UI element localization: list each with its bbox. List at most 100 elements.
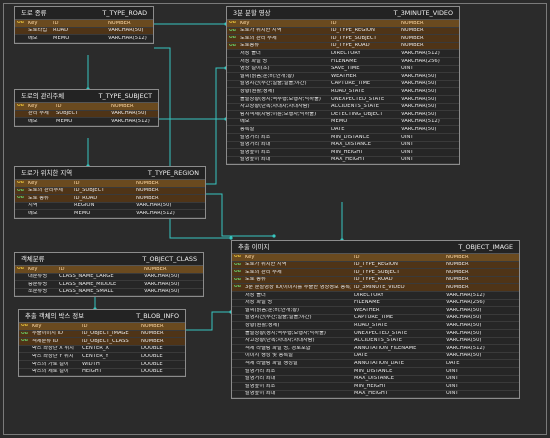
table-row[interactable]: 메모 MEMO VARCHAR(512) [227, 118, 459, 127]
field-label: 도로 종류 [28, 195, 49, 201]
table-row[interactable]: 박스 좌상단 Y 위치 CENTER_Y DOUBLE [19, 353, 185, 361]
entity-table-video[interactable]: 3분 분할 영상 T_3MINUTE_VIDEO Ou Key ID NUMBER Ou 도로… [226, 6, 460, 166]
table-row[interactable]: 탐지객체(차량;이륜;보행자;낙하물) DETECTING_OBJECT VARCH… [227, 111, 459, 119]
field-name: CLASS_NAME_MIDDLE [59, 281, 117, 287]
table-row[interactable]: Ou 도로가 위치한 지역 ID_TYPE_REGION NUMBER [227, 27, 459, 36]
field-label: 도로가 위치한 지역 [245, 262, 287, 268]
table-row[interactable]: 촬영시간(주간;일출;일몰;야간) CAPTURE_TIME VARCHAR(50) [232, 314, 519, 323]
field-type: VARCHAR(50) [446, 353, 482, 359]
table-row[interactable]: 돌발상황(정지;역주행;보행자;낙하물) UNEXPECTED_STATE VARC… [232, 329, 519, 338]
table-row[interactable]: 촬영거리 최대 MAX_DISTANCE UINT [227, 141, 459, 150]
table-row[interactable]: Ou 객체분류 ID ID_OBJECT_CLASS NUMBER [19, 338, 185, 346]
foreign-key-icon: Ou [17, 196, 24, 201]
field-label: 도로가 위치한 지역 [240, 28, 282, 34]
table-header[interactable]: 도로가 위치한 지역 T_TYPE_REGION [15, 167, 205, 180]
table-row[interactable]: Ou 3분 분할영상 ID(이미지를 추출한 영상정보 등록) ID_3MINUTE… [232, 284, 519, 292]
table-row[interactable]: 촬영높이 최소 MIN_HEIGHT UINT [227, 149, 459, 157]
table-header[interactable]: 도로의 관리주체 T_TYPE_SUBJECT [15, 90, 158, 103]
table-row[interactable]: 박스 좌상단 X 위치 CENTER_X DOUBLE [19, 345, 185, 354]
table-header[interactable]: 3분 분할 영상 T_3MINUTE_VIDEO [227, 7, 459, 20]
table-row[interactable]: 객체 라벨링 파일 생성일 ANNOTATION_DATE DATE [232, 360, 519, 368]
table-row[interactable]: 돌발상황(정지;역주행;보행자;낙하물) UNEXPECTED_STATE VARC… [227, 95, 459, 104]
table-header[interactable]: 도로 종류 T_TYPE_ROAD [15, 7, 153, 20]
table-row[interactable]: 대분류명 CLASS_NAME_LARGE VARCHAR(50) [15, 273, 203, 282]
field-type: DOUBLE [141, 346, 163, 352]
entity-table-road[interactable]: 도로 종류 T_TYPE_ROAD Ou Key ID NUMBER 도로타입 ROAD VAR… [14, 6, 154, 44]
table-row[interactable]: 촬영시간(주간;일출;일몰;야간) CAPTURE_TIME VARCHAR(50) [227, 80, 459, 89]
table-row[interactable]: 박스의 가로 길이 WIDTH DOUBLE [19, 360, 185, 369]
table-row[interactable]: 촬영거리 최소 MIN_DISTANCE UINT [227, 133, 459, 142]
table-row[interactable]: 등록일 DATE VARCHAR(50) [227, 126, 459, 134]
table-row[interactable]: 상황(원활;정체) ROAD_STATE VARCHAR(50) [227, 88, 459, 96]
field-label: 객체 라벨링 파일 명, 경로포함 [245, 345, 311, 351]
table-row[interactable]: 영상 길이(초) SAVE_TIME UINT [227, 65, 459, 74]
table-row[interactable]: 소분류명 CLASS_NAME_SMALL VARCHAR(50) [15, 288, 203, 297]
column-header-type: NUMBER [136, 180, 159, 186]
column-header-id: ID [56, 103, 62, 109]
entity-table-image[interactable]: 추출 이미지 T_OBJECT_IMAGE Ou Key ID NUMBER Ou 도로가 위… [231, 240, 520, 400]
table-row[interactable]: Ou 도로의 관리 주체 ID_TYPE_SUBJECT NUMBER [232, 269, 519, 277]
field-name: SUBJECT [56, 111, 79, 117]
column-header-key: Key [28, 20, 38, 26]
field-name: ID_3MINUTE_VIDEO [354, 285, 405, 291]
table-row[interactable]: 중분류명 CLASS_NAME_MIDDLE VARCHAR(50) [15, 281, 203, 289]
field-type: VARCHAR(512) [136, 211, 175, 217]
table-row[interactable]: 날씨(맑음;눈;비;안개;황) WEATHER VARCHAR(50) [227, 73, 459, 81]
field-name: MAX_DISTANCE [331, 142, 372, 148]
table-row[interactable]: 저장 파일 명 FILENAME VARCHAR(256) [232, 299, 519, 308]
table-row[interactable]: 메모 MEMO VARCHAR(512) [15, 210, 205, 218]
table-row[interactable]: Ou 도로 종류 ID_ROAD NUMBER [15, 195, 205, 203]
table-header[interactable]: 객체분류 T_OBJECT_CLASS [15, 253, 203, 266]
table-row[interactable]: 사고상황(단독;차대차;차대사람) ACCIDENTS_STATE VARCHAR(… [227, 103, 459, 112]
table-row[interactable]: 사고상황(단독;차대차;차대사람) ACCIDENTS_STATE VARCHAR(… [232, 337, 519, 346]
field-name: UNEXPECTED_STATE [354, 330, 408, 336]
table-row[interactable]: 저장 폴더 DIRECTORY VARCHAR(512) [227, 50, 459, 58]
column-header-type: NUMBER [141, 323, 164, 329]
table-row[interactable]: 촬영높이 최소 MIN_HEIGHT UINT [232, 383, 519, 391]
table-row[interactable]: Ou 도로종류 ID_TYPE_ROAD NUMBER [227, 42, 459, 51]
field-name: ANNOTATION_DATE [354, 361, 405, 366]
table-row[interactable]: 촬영높이 최대 MAX_HEIGHT UINT [227, 156, 459, 165]
table-row[interactable]: 지역 REGION VARCHAR(50) [15, 202, 205, 211]
field-type: VARCHAR(50) [446, 330, 482, 336]
key-icon: Ou [17, 181, 24, 186]
table-row[interactable]: 메모 MEMO VARCHAR(512) [15, 35, 153, 43]
table-header[interactable]: 추출 객체의 박스 정보 T_BLOB_INFO [19, 310, 185, 323]
erd-canvas: 도로 종류 T_TYPE_ROAD Ou Key ID NUMBER 도로타입 ROAD VAR… [0, 0, 550, 438]
table-row[interactable]: 촬영거리 최대 MAX_DISTANCE UINT [232, 375, 519, 384]
table-row[interactable]: 이미지 생성 및 등록일 DATE VARCHAR(50) [232, 352, 519, 361]
table-row[interactable]: 촬영거리 최소 MIN_DISTANCE UINT [232, 367, 519, 376]
entity-table-region[interactable]: 도로가 위치한 지역 T_TYPE_REGION Ou Key ID NUMBER Ou 도로… [14, 166, 206, 219]
table-row[interactable]: 날씨(맑음;눈;비;안개;황) WEATHER VARCHAR(50) [232, 307, 519, 315]
field-label: 관리 주체 [28, 111, 49, 117]
table-row[interactable]: 도로타입 ROAD VARCHAR(50) [15, 27, 153, 36]
table-row[interactable]: Ou 도로가 위치한 지역 ID_TYPE_REGION NUMBER [232, 261, 519, 270]
entity-table-subject[interactable]: 도로의 관리주체 T_TYPE_SUBJECT Ou Key ID NUMBER 관리 주체… [14, 89, 159, 127]
field-label: 메모 [28, 211, 38, 217]
table-row[interactable]: Ou 도로 종류 ID_TYPE_ROAD NUMBER [232, 276, 519, 285]
table-row[interactable]: 박스의 세로 길이 HEIGHT DOUBLE [19, 368, 185, 377]
table-row[interactable]: 관리 주체 SUBJECT VARCHAR(50) [15, 110, 158, 119]
table-row[interactable]: 저장 파일 명 FILENAME VARCHAR(256) [227, 57, 459, 66]
field-label: 도로타입 [28, 28, 48, 34]
field-name: ANNOTATION_FILENAME [354, 345, 417, 351]
table-header[interactable]: 추출 이미지 T_OBJECT_IMAGE [232, 241, 519, 254]
table-row[interactable]: 저장 폴더 DIRECTORY VARCHAR(512) [232, 291, 519, 300]
foreign-key-icon: Ou [234, 277, 241, 282]
field-type: UINT [401, 142, 414, 148]
entity-table-blob[interactable]: 추출 객체의 박스 정보 T_BLOB_INFO Ou Key ID NUMBER Ou 추출… [18, 309, 186, 378]
column-header-row: Ou Key ID NUMBER [232, 254, 519, 262]
table-display-name: 도로가 위치한 지역 [21, 168, 73, 177]
table-display-name: 추출 이미지 [238, 242, 270, 251]
table-row[interactable]: 객체 라벨링 파일 명, 경로포함 ANNOTATION_FILENAME VARC… [232, 345, 519, 353]
field-label: 촬영시간(주간;일출;일몰;야간) [240, 81, 307, 87]
table-row[interactable]: 촬영높이 최대 MAX_HEIGHT UINT [232, 390, 519, 399]
table-row[interactable]: Ou 도로의 관리주체 ID_SUBJECT NUMBER [15, 187, 205, 196]
table-row[interactable]: Ou 도로의 관리 주체 ID_TYPE_SUBJECT NUMBER [227, 35, 459, 43]
table-row[interactable]: Ou 추출이미지 ID ID_OBJECT_IMAGE NUMBER [19, 330, 185, 339]
table-row[interactable]: 메모 MEMO VARCHAR(512) [15, 118, 158, 126]
table-row[interactable]: 상황(원활;정체) ROAD_STATE VARCHAR(50) [232, 322, 519, 330]
field-name: ID_TYPE_REGION [331, 28, 375, 34]
entity-table-class[interactable]: 객체분류 T_OBJECT_CLASS Ou Key ID NUMBER 대분류명 CLASS… [14, 252, 204, 298]
field-name: UNEXPECTED_STATE [331, 96, 385, 102]
